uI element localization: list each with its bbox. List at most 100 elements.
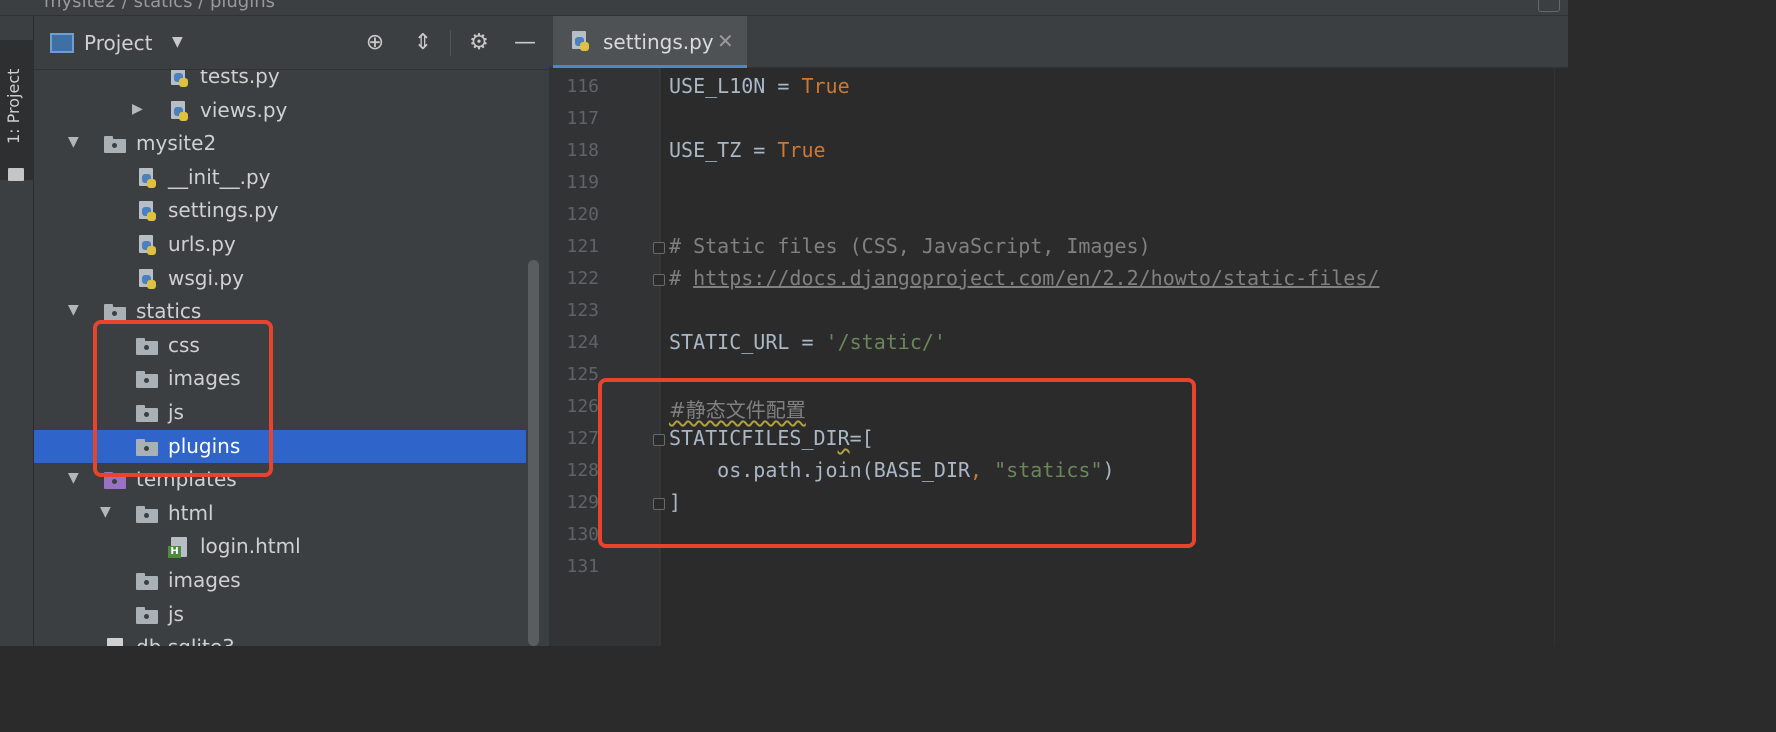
code-token: https://docs.djangoproject.com/en/2.2/ho… <box>693 266 1380 290</box>
project-panel-header: Project ▼ ⊕ ⇕ ⚙ — <box>34 16 549 70</box>
line-number: 123 <box>566 300 599 321</box>
tree-item[interactable]: tests.py <box>34 70 526 93</box>
code-token: STATIC_URL = <box>669 330 826 354</box>
project-view-icon <box>50 33 74 53</box>
project-tool-tab[interactable]: 1: Project <box>0 40 34 181</box>
tree-item-label: settings.py <box>168 198 279 223</box>
tree-item-label: tests.py <box>200 70 280 88</box>
chevron-down-icon[interactable]: ▼ <box>100 504 111 520</box>
tree-item-label: images <box>168 568 241 592</box>
annotation-box-staticfiles <box>598 378 1196 548</box>
line-number: 124 <box>566 332 599 353</box>
tree-item[interactable]: settings.py <box>34 194 526 227</box>
tree-item[interactable]: ▶ views.py <box>34 94 526 127</box>
line-number: 119 <box>566 172 599 193</box>
tree-item[interactable]: __init__.py <box>34 161 526 194</box>
tree-item[interactable]: js <box>34 598 526 631</box>
chevron-down-icon[interactable]: ▼ <box>68 302 79 318</box>
line-number: 127 <box>566 428 599 449</box>
folder-icon <box>136 605 158 625</box>
annotation-box-statics <box>93 320 273 477</box>
project-scrollbar[interactable] <box>528 260 539 646</box>
tree-item-label: views.py <box>200 97 288 122</box>
line-number: 121 <box>566 236 599 257</box>
line-number: 116 <box>566 76 599 97</box>
tab-settings-py[interactable]: settings.py ✕ <box>553 16 747 68</box>
code-line[interactable]: USE_L10N = True <box>669 74 850 98</box>
tree-item-label: login.html <box>200 534 301 559</box>
line-number: 130 <box>566 524 599 545</box>
code-token: '/static/' <box>825 330 946 354</box>
line-number: 118 <box>566 140 599 161</box>
python-file-icon <box>569 31 591 51</box>
editor-tab-bar: settings.py ✕ <box>549 16 1568 68</box>
navigation-bar: mysite2 / statics / plugins <box>0 0 1568 16</box>
gear-icon[interactable]: ⚙ <box>464 28 494 58</box>
folder-icon <box>136 571 158 591</box>
tree-item-label: db.sqlite3 <box>136 635 235 646</box>
code-token: USE_TZ = <box>669 138 778 162</box>
line-number: 122 <box>566 268 599 289</box>
code-line[interactable]: STATIC_URL = '/static/' <box>669 330 946 354</box>
folder-icon <box>136 504 158 524</box>
line-number: 129 <box>566 492 599 513</box>
python-file-icon <box>136 167 158 188</box>
python-file-icon <box>168 100 190 121</box>
chevron-down-icon[interactable]: ▼ <box>68 470 79 486</box>
locate-icon[interactable]: ⊕ <box>360 28 390 58</box>
python-file-icon <box>136 235 158 255</box>
tool-window-stripe: 1: Project <box>0 16 34 646</box>
code-token: USE_L10N = <box>669 74 802 98</box>
window-button[interactable] <box>1538 0 1560 12</box>
close-icon[interactable]: ✕ <box>717 29 734 53</box>
tree-item[interactable]: ▼ html <box>34 497 526 530</box>
fold-guide <box>659 68 660 646</box>
folder-icon <box>8 168 24 181</box>
fold-icon[interactable] <box>653 274 665 286</box>
code-token: # <box>669 266 694 290</box>
python-file-icon <box>136 201 158 222</box>
breadcrumb[interactable]: mysite2 / statics / plugins <box>44 0 275 12</box>
html-file-icon: H <box>168 537 190 559</box>
tree-item[interactable]: urls.py <box>34 228 526 261</box>
line-number: 117 <box>566 108 599 129</box>
tree-item[interactable]: ▼ mysite2 <box>34 127 526 160</box>
tab-label: settings.py <box>603 30 714 54</box>
python-file-icon <box>136 268 158 289</box>
line-number: 131 <box>566 556 599 577</box>
code-line[interactable]: # https://docs.djangoproject.com/en/2.2/… <box>669 266 1379 290</box>
header-divider <box>450 30 451 56</box>
code-token: True <box>801 74 850 98</box>
hide-panel-icon[interactable]: — <box>510 28 540 58</box>
code-token: True <box>777 138 826 162</box>
tree-item-label: __init__.py <box>168 164 271 189</box>
editor: settings.py ✕ 116 USE_L10N = True 117 118 US… <box>549 16 1568 646</box>
project-view-title[interactable]: Project <box>84 31 152 55</box>
python-file-icon <box>168 70 190 87</box>
tree-item[interactable]: Hlogin.html <box>34 530 526 563</box>
tree-item[interactable]: db.sqlite3 <box>34 631 526 646</box>
collapse-all-icon[interactable]: ⇕ <box>408 28 438 58</box>
tree-item[interactable]: images <box>34 564 526 597</box>
line-number: 126 <box>566 396 599 417</box>
editor-scrollbar[interactable] <box>1554 68 1568 646</box>
chevron-right-icon[interactable]: ▶ <box>132 101 143 117</box>
folder-icon <box>104 134 126 154</box>
tree-item-label: mysite2 <box>136 131 217 156</box>
file-icon <box>104 638 126 646</box>
line-number: 125 <box>566 364 599 385</box>
tree-item[interactable]: wsgi.py <box>34 262 526 295</box>
code-line[interactable]: USE_TZ = True <box>669 138 826 162</box>
line-number: 120 <box>566 204 599 225</box>
chevron-down-icon[interactable]: ▼ <box>68 134 79 150</box>
line-number: 128 <box>566 460 599 481</box>
chevron-down-icon[interactable]: ▼ <box>172 34 183 50</box>
code-line[interactable]: # Static files (CSS, JavaScript, Images) <box>669 234 1151 258</box>
tree-item-label: html <box>168 500 214 525</box>
tree-item-label: urls.py <box>168 232 236 256</box>
fold-icon[interactable] <box>653 242 665 254</box>
code-token: # Static files (CSS, JavaScript, Images) <box>669 234 1151 258</box>
tree-item-label: wsgi.py <box>168 265 244 290</box>
tree-item-label: js <box>168 601 184 626</box>
project-tool-tab-label: 1: Project <box>4 68 23 144</box>
